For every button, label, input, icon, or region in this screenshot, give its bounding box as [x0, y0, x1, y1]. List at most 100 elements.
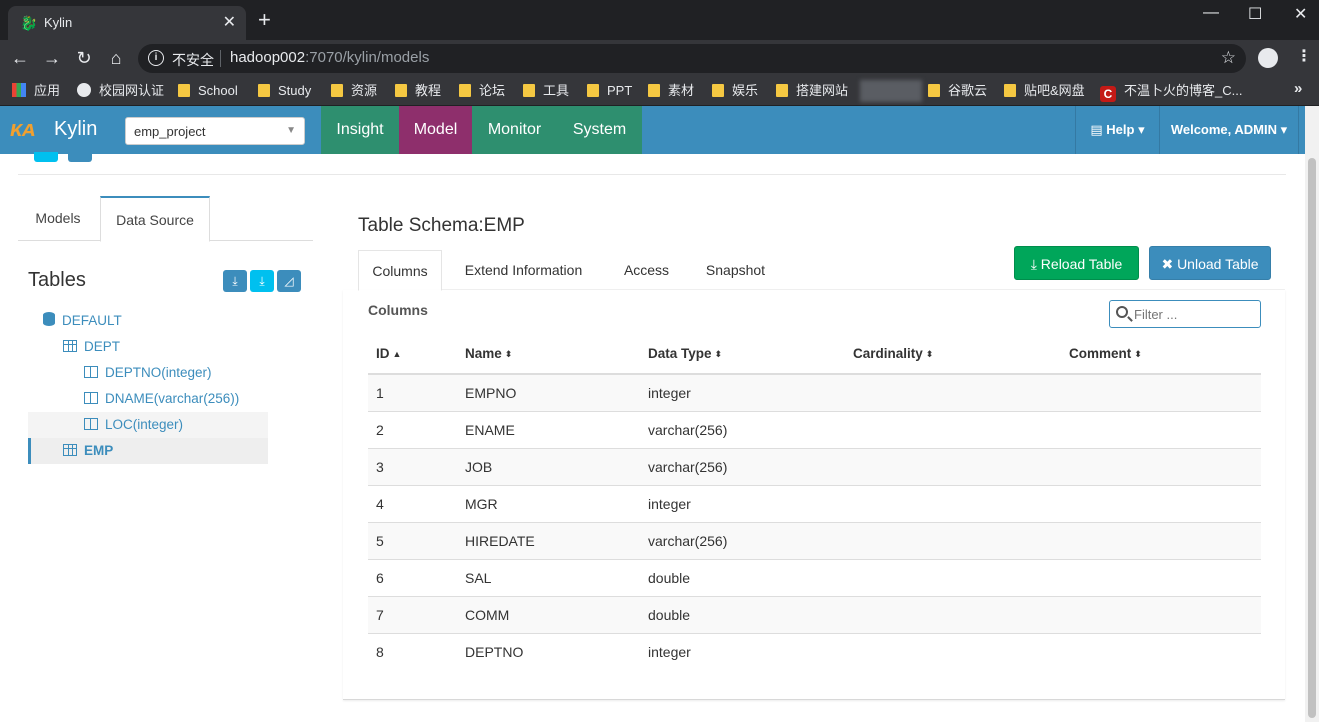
forward-arrow-icon[interactable]: → — [40, 46, 64, 70]
bookmark-school[interactable]: School — [178, 82, 238, 100]
tab-columns[interactable]: Columns — [358, 250, 442, 291]
filter-text-field[interactable] — [1134, 305, 1254, 323]
bookmark-google-cloud[interactable]: 谷歌云 — [928, 82, 987, 100]
nav-insight[interactable]: Insight — [321, 106, 399, 154]
home-icon[interactable]: ⌂ — [104, 46, 128, 70]
bookmark-resources[interactable]: 资源 — [331, 82, 377, 100]
tree-item-deptno[interactable]: DEPTNO(integer) — [84, 360, 212, 386]
back-arrow-icon[interactable]: ← — [8, 46, 32, 70]
cell-type: integer — [648, 385, 691, 401]
tab-snapshot[interactable]: Snapshot — [698, 250, 773, 290]
folder-icon — [459, 84, 471, 97]
nav-model[interactable]: Model — [399, 106, 472, 154]
left-tabs: Models Data Source — [18, 196, 313, 242]
brand-name[interactable]: Kylin — [54, 118, 97, 141]
cell-type: varchar(256) — [648, 459, 728, 475]
nav-system[interactable]: System — [557, 106, 642, 154]
scrollbar-thumb[interactable] — [1308, 158, 1316, 718]
cell-type: double — [648, 570, 691, 586]
column-icon — [84, 366, 98, 378]
add-streaming-table-button[interactable]: ◿ — [277, 270, 301, 292]
divider — [18, 174, 1286, 175]
tree-item-dname[interactable]: DNAME(varchar(256)) — [84, 386, 239, 412]
tab-models[interactable]: Models — [18, 196, 98, 241]
tree-item-emp[interactable]: EMP — [63, 438, 113, 464]
browser-menu-icon[interactable]: ⋮ — [1296, 46, 1312, 66]
download-icon: ⤓ — [259, 274, 265, 288]
browser-tab[interactable]: 🐉 Kylin ✕ — [8, 6, 246, 40]
sort-icon: ⬍ — [714, 349, 723, 359]
folder-icon — [587, 84, 599, 97]
cell-id: 2 — [376, 422, 384, 438]
site-info-icon[interactable]: i — [148, 50, 164, 66]
folder-icon — [331, 84, 343, 97]
cell-id: 4 — [376, 496, 384, 512]
project-select[interactable]: emp_project ▼ — [125, 117, 305, 145]
schema-tabs: Columns Extend Information Access Snapsh… — [358, 250, 1285, 291]
tree-item-dept[interactable]: DEPT — [63, 334, 120, 360]
bookmark-build-site[interactable]: 搭建网站 — [776, 82, 848, 100]
url-text[interactable]: hadoop002:7070/kylin/models — [230, 49, 429, 66]
maximize-icon[interactable]: ☐ — [1248, 4, 1262, 24]
address-bar[interactable]: i 不安全 hadoop002:7070/kylin/models ☆ — [138, 44, 1246, 73]
close-tab-icon[interactable]: ✕ — [223, 12, 236, 32]
profile-avatar-icon[interactable] — [1258, 48, 1278, 68]
book-icon: ▤ — [1090, 122, 1103, 137]
tree-item-default[interactable]: DEFAULT — [43, 308, 122, 334]
nav-monitor[interactable]: Monitor — [472, 106, 557, 154]
cell-type: integer — [648, 644, 691, 660]
address-separator — [220, 50, 221, 67]
bookmark-tools[interactable]: 工具 — [523, 82, 569, 100]
bookmark-study[interactable]: Study — [258, 82, 311, 100]
table-row: 8 DEPTNO integer — [368, 633, 1261, 670]
sort-icon: ⬍ — [504, 349, 513, 359]
bookmark-entertainment[interactable]: 娱乐 — [712, 82, 758, 100]
cell-name: COMM — [465, 607, 510, 623]
bookmark-forum[interactable]: 论坛 — [459, 82, 505, 100]
kylin-logo-icon[interactable]: ᴋᴀ — [10, 116, 48, 144]
cell-type: varchar(256) — [648, 533, 728, 549]
header-name[interactable]: Name ⬍ — [465, 346, 512, 361]
tree-item-loc[interactable]: LOC(integer) — [84, 412, 183, 438]
bookmark-apps[interactable]: 应用 — [12, 82, 60, 100]
top-action-button-1[interactable] — [34, 152, 58, 162]
cell-id: 5 — [376, 533, 384, 549]
tab-extend-information[interactable]: Extend Information — [452, 250, 595, 290]
window-close-icon[interactable]: ✕ — [1294, 4, 1307, 24]
tab-access[interactable]: Access — [613, 250, 680, 290]
folder-icon — [1004, 84, 1016, 97]
bookmark-materials[interactable]: 素材 — [648, 82, 694, 100]
help-menu[interactable]: ▤ Help ▾ — [1075, 106, 1159, 154]
bookmark-campus[interactable]: 校园网认证 — [77, 82, 164, 100]
bookmark-ppt[interactable]: PPT — [587, 82, 632, 100]
bookmark-tutorials[interactable]: 教程 — [395, 82, 441, 100]
cell-id: 7 — [376, 607, 384, 623]
table-row: 7 COMM double — [368, 596, 1261, 633]
filter-input[interactable] — [1109, 300, 1261, 328]
table-row: 5 HIREDATE varchar(256) — [368, 522, 1261, 559]
load-table-tree-button[interactable]: ⤓ — [250, 270, 274, 292]
user-menu[interactable]: Welcome, ADMIN ▾ — [1159, 106, 1299, 154]
header-data-type[interactable]: Data Type ⬍ — [648, 346, 722, 361]
bookmark-star-icon[interactable]: ☆ — [1221, 48, 1236, 68]
cell-name: EMPNO — [465, 385, 517, 401]
top-action-button-2[interactable] — [68, 152, 92, 162]
new-tab-button[interactable]: + — [258, 9, 271, 31]
bookmark-blog[interactable]: C 不温卜火的博客_C... — [1100, 82, 1242, 102]
header-cardinality[interactable]: Cardinality ⬍ — [853, 346, 933, 361]
minimize-icon[interactable]: — — [1203, 4, 1219, 22]
bookmark-tieba[interactable]: 贴吧&网盘 — [1004, 82, 1085, 100]
header-comment[interactable]: Comment ⬍ — [1069, 346, 1142, 361]
folder-icon — [395, 84, 407, 97]
bookmarks-overflow-button[interactable]: » — [1294, 80, 1302, 97]
page-scrollbar[interactable] — [1305, 106, 1319, 722]
cell-id: 3 — [376, 459, 384, 475]
folder-icon — [523, 84, 535, 97]
header-id[interactable]: ID ▲ — [376, 346, 401, 361]
tab-data-source[interactable]: Data Source — [100, 196, 210, 242]
reload-icon[interactable]: ↻ — [72, 46, 96, 70]
apps-grid-icon — [12, 83, 26, 97]
insecure-label: 不安全 — [172, 52, 214, 68]
csdn-icon: C — [1100, 86, 1116, 102]
load-hive-table-button[interactable]: ⤓ — [223, 270, 247, 292]
